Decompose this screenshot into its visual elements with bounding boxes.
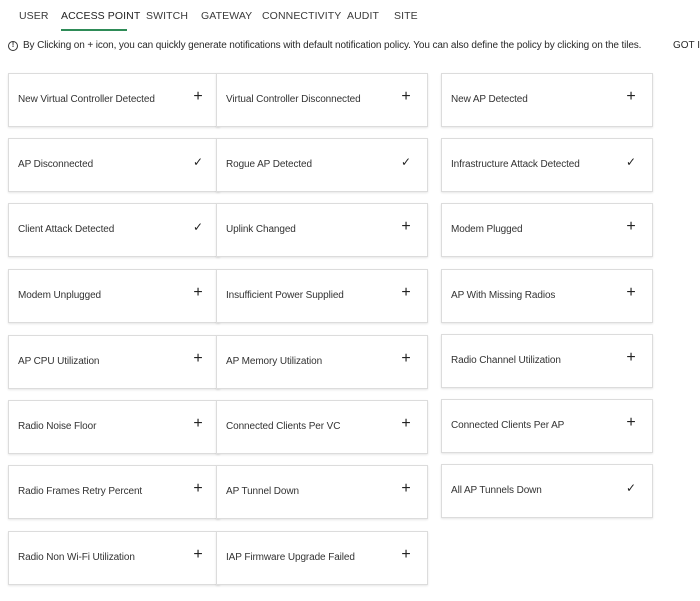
tile-label: Uplink Changed: [226, 224, 296, 235]
tile-label: AP Tunnel Down: [226, 486, 299, 497]
notification-tile[interactable]: Uplink Changed +: [216, 203, 428, 257]
notification-tile[interactable]: All AP Tunnels Down ✓: [441, 464, 653, 518]
tile-label: Radio Noise Floor: [18, 421, 97, 432]
tile-label: AP With Missing Radios: [451, 290, 556, 301]
tile-label: Rogue AP Detected: [226, 159, 312, 170]
tile-label: Modem Plugged: [451, 224, 523, 235]
plus-icon[interactable]: +: [399, 89, 413, 105]
tile-label: AP Memory Utilization: [226, 356, 323, 367]
notification-tile[interactable]: Modem Plugged +: [441, 203, 653, 257]
check-icon[interactable]: ✓: [399, 155, 413, 169]
notification-tile[interactable]: New Virtual Controller Detected +: [8, 73, 220, 127]
tile-label: Radio Channel Utilization: [451, 355, 561, 366]
notification-tile[interactable]: AP Tunnel Down +: [216, 465, 428, 519]
plus-icon[interactable]: +: [399, 481, 413, 497]
plus-icon[interactable]: +: [191, 89, 205, 105]
plus-icon[interactable]: +: [191, 481, 205, 497]
plus-icon[interactable]: +: [191, 547, 205, 563]
notification-tile[interactable]: AP Memory Utilization +: [216, 335, 428, 389]
tile-label: Connected Clients Per VC: [226, 421, 341, 432]
notification-tile[interactable]: AP CPU Utilization +: [8, 335, 220, 389]
notification-tile[interactable]: Modem Unplugged +: [8, 269, 220, 323]
notification-tile[interactable]: Connected Clients Per AP +: [441, 399, 653, 453]
check-icon[interactable]: ✓: [624, 155, 638, 169]
plus-icon[interactable]: +: [399, 547, 413, 563]
notification-tile[interactable]: IAP Firmware Upgrade Failed +: [216, 531, 428, 585]
plus-icon[interactable]: +: [399, 285, 413, 301]
plus-icon[interactable]: +: [624, 219, 638, 235]
notification-tile[interactable]: Radio Channel Utilization +: [441, 334, 653, 388]
plus-icon[interactable]: +: [624, 350, 638, 366]
tile-label: Infrastructure Attack Detected: [451, 159, 580, 170]
notification-tile[interactable]: AP With Missing Radios +: [441, 269, 653, 323]
notification-tile[interactable]: Insufficient Power Supplied +: [216, 269, 428, 323]
notification-tile[interactable]: Radio Non Wi-Fi Utilization +: [8, 531, 220, 585]
notification-tile-grid: New Virtual Controller Detected + Virtual …: [0, 0, 700, 601]
tile-label: Radio Non Wi-Fi Utilization: [18, 552, 135, 563]
tile-label: New AP Detected: [451, 94, 528, 105]
tile-label: AP CPU Utilization: [18, 356, 100, 367]
tile-label: Modem Unplugged: [18, 290, 101, 301]
plus-icon[interactable]: +: [191, 285, 205, 301]
tile-label: Insufficient Power Supplied: [226, 290, 344, 301]
notification-tile[interactable]: Virtual Controller Disconnected +: [216, 73, 428, 127]
notification-tile[interactable]: Client Attack Detected ✓: [8, 203, 220, 257]
check-icon[interactable]: ✓: [624, 481, 638, 495]
notification-tile[interactable]: Radio Noise Floor +: [8, 400, 220, 454]
notification-tile[interactable]: AP Disconnected ✓: [8, 138, 220, 192]
tile-label: Connected Clients Per AP: [451, 420, 565, 431]
check-icon[interactable]: ✓: [191, 220, 205, 234]
tile-label: New Virtual Controller Detected: [18, 94, 155, 105]
notification-tile[interactable]: Rogue AP Detected ✓: [216, 138, 428, 192]
tile-label: Client Attack Detected: [18, 224, 115, 235]
tile-label: AP Disconnected: [18, 159, 94, 170]
notification-tile[interactable]: New AP Detected +: [441, 73, 653, 127]
plus-icon[interactable]: +: [399, 351, 413, 367]
tile-label: All AP Tunnels Down: [451, 485, 542, 496]
tile-label: Radio Frames Retry Percent: [18, 486, 143, 497]
plus-icon[interactable]: +: [191, 416, 205, 432]
plus-icon[interactable]: +: [624, 285, 638, 301]
notification-tile[interactable]: Infrastructure Attack Detected ✓: [441, 138, 653, 192]
plus-icon[interactable]: +: [399, 219, 413, 235]
plus-icon[interactable]: +: [191, 351, 205, 367]
notification-tile[interactable]: Connected Clients Per VC +: [216, 400, 428, 454]
plus-icon[interactable]: +: [624, 89, 638, 105]
tile-label: IAP Firmware Upgrade Failed: [226, 552, 355, 563]
notification-tile[interactable]: Radio Frames Retry Percent +: [8, 465, 220, 519]
tile-label: Virtual Controller Disconnected: [226, 94, 361, 105]
check-icon[interactable]: ✓: [191, 155, 205, 169]
plus-icon[interactable]: +: [399, 416, 413, 432]
plus-icon[interactable]: +: [624, 415, 638, 431]
